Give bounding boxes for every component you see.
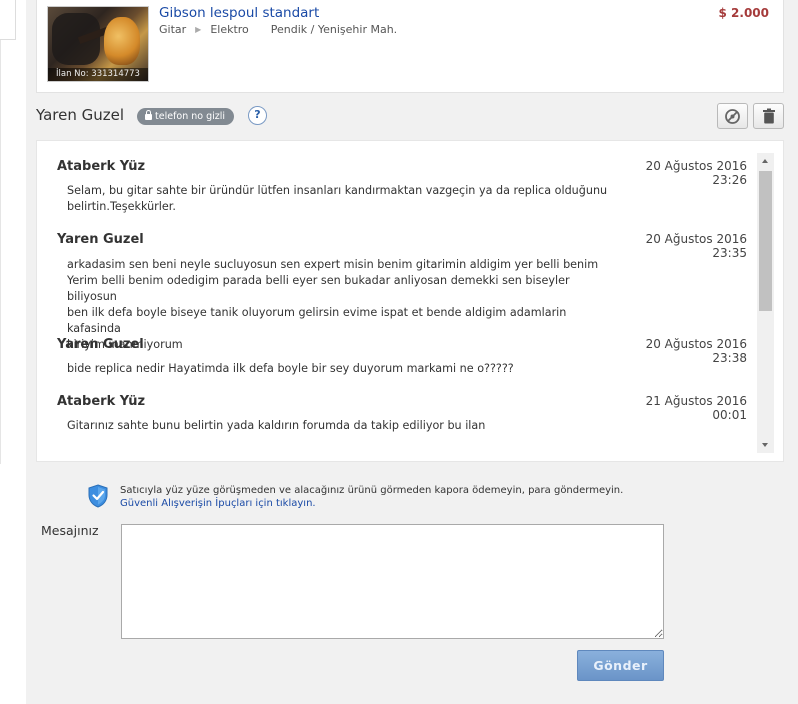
message-text: Selam, bu gitar sahte bir üründür lütfen… [67, 183, 622, 215]
listing-card: İlan No: 331314773 Gibson lespoul standa… [36, 0, 784, 93]
breadcrumb-arrow-icon: ▶ [195, 25, 202, 34]
message-line: bide replica nedir Hayatimda ilk defa bo… [67, 362, 514, 375]
message-timestamp: 20 Ağustos 2016 23:26 [646, 159, 747, 187]
help-icon[interactable]: ? [248, 106, 267, 125]
listing-category: Gitar [159, 23, 187, 36]
message-timestamp: 20 Ağustos 2016 23:35 [646, 232, 747, 260]
message-thread[interactable]: Ataberk Yüz 20 Ağustos 2016 23:26 Selam,… [36, 140, 784, 462]
message-input[interactable] [121, 524, 664, 639]
scroll-thumb[interactable] [759, 171, 772, 311]
listing-title-link[interactable]: Gibson lespoul standart [159, 5, 319, 21]
message-time: 00:01 [712, 408, 747, 422]
message-time: 23:26 [712, 173, 747, 187]
left-divider [0, 40, 1, 464]
message-date: 20 Ağustos 2016 [645, 232, 747, 246]
message-author: Yaren Guzel [57, 232, 144, 247]
message-label: Mesajınız [41, 523, 99, 538]
guitar-body-graphic [104, 17, 140, 65]
shield-check-icon [88, 484, 108, 508]
message-line: Gitarınız sahte bunu belirtin yada kaldı… [67, 419, 486, 432]
message-author: Ataberk Yüz [57, 159, 146, 174]
lock-icon [145, 109, 152, 121]
safety-notice: Satıcıyla yüz yüze görüşmeden ve alacağı… [88, 482, 628, 516]
message-date: 20 Ağustos 2016 [645, 337, 747, 351]
message-line: belirtin.Teşekkürler. [67, 200, 176, 213]
message-time: 23:35 [712, 246, 747, 260]
message-timestamp: 20 Ağustos 2016 23:38 [646, 337, 747, 365]
message-line: kiriyim inanmiyorum [67, 338, 183, 351]
scroll-down-icon[interactable] [757, 436, 774, 453]
message-line: Yerim belli benim odedigim parada belli … [67, 274, 570, 303]
message-text: Gitarınız sahte bunu belirtin yada kaldı… [67, 418, 622, 434]
phone-hidden-badge: telefon no gizli [137, 108, 235, 125]
safety-warning-text: Satıcıyla yüz yüze görüşmeden ve alacağı… [120, 485, 624, 496]
message-author: Ataberk Yüz [57, 394, 146, 409]
block-user-button[interactable] [717, 103, 748, 129]
listing-thumbnail[interactable]: İlan No: 331314773 [47, 6, 149, 82]
safety-tips-link[interactable]: Güvenli Alışverişin İpuçları için tıklay… [120, 497, 316, 511]
listing-location: Pendik / Yenişehir Mah. [270, 23, 398, 36]
message-date: 21 Ağustos 2016 [645, 394, 747, 408]
phone-badge-label: telefon no gizli [155, 111, 226, 122]
conversation-user-name: Yaren Guzel [36, 106, 125, 124]
conversation-header: Yaren Guzel telefon no gizli ? [36, 100, 784, 132]
thread-scrollbar[interactable] [757, 153, 774, 453]
message-text: arkadasim sen beni neyle sucluyosun sen … [67, 257, 622, 353]
message-date: 20 Ağustos 2016 [645, 159, 747, 173]
scroll-up-icon[interactable] [757, 153, 774, 170]
listing-subcategory: Elektro [210, 23, 249, 36]
message-line: Selam, bu gitar sahte bir üründür lütfen… [67, 184, 608, 197]
listing-price: $ 2.000 [718, 6, 769, 20]
block-icon [725, 108, 740, 124]
trash-icon [762, 108, 775, 124]
ad-number: İlan No: 331314773 [48, 68, 148, 81]
message-text: bide replica nedir Hayatimda ilk defa bo… [67, 361, 622, 377]
message-author: Yaren Guzel [57, 337, 144, 352]
delete-conversation-button[interactable] [753, 103, 784, 129]
send-button[interactable]: Gönder [577, 650, 664, 681]
left-panel-edge [0, 0, 16, 40]
message-time: 23:38 [712, 351, 747, 365]
message-line: arkadasim sen beni neyle sucluyosun sen … [67, 258, 599, 271]
message-timestamp: 21 Ağustos 2016 00:01 [646, 394, 747, 422]
listing-meta: Gitar ▶ Elektro Pendik / Yenişehir Mah. [159, 23, 397, 36]
message-line: ben ilk defa boyle biseye tanik oluyorum… [67, 306, 567, 335]
